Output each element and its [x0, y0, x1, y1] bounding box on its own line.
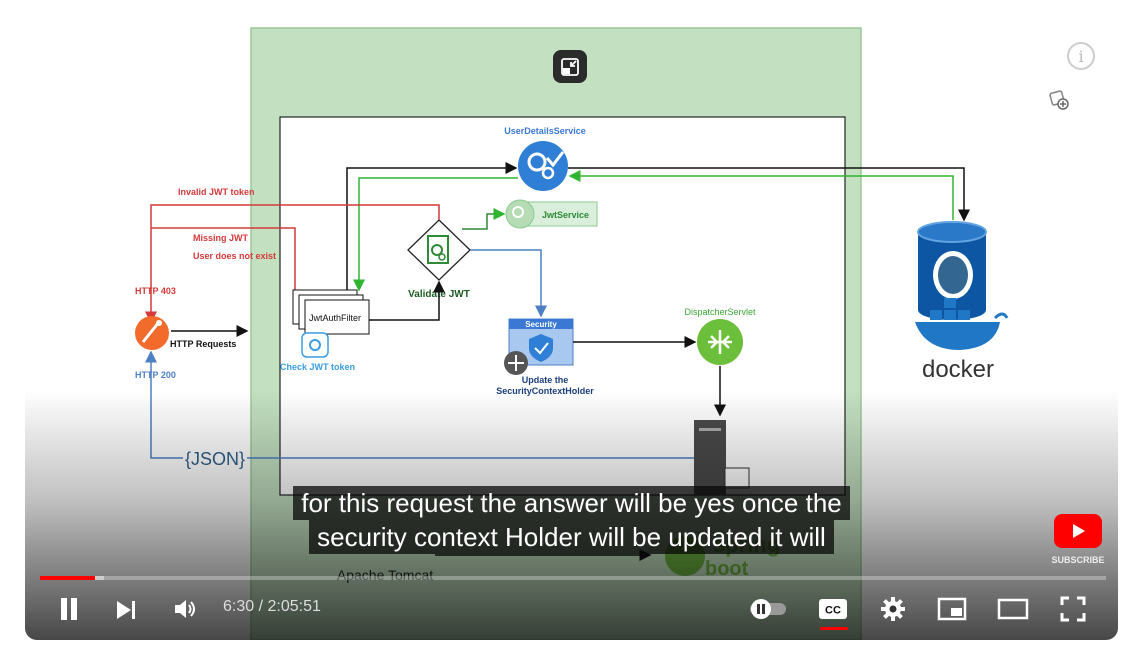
settings-button[interactable]	[877, 594, 909, 624]
pause-icon	[61, 598, 77, 620]
miniplayer-icon	[937, 597, 967, 621]
caption-line-1: for this request the answer will be yes …	[293, 486, 850, 520]
invalid-jwt-label: Invalid JWT token	[178, 187, 255, 197]
next-button[interactable]	[111, 596, 141, 624]
subscribe-label: SUBSCRIBE	[1051, 555, 1105, 565]
volume-icon	[175, 600, 195, 618]
check-jwt-token-label: Check JWT token	[280, 362, 355, 372]
caption-line-2: security context Holder will be updated …	[309, 520, 834, 554]
http-403-label: HTTP 403	[135, 286, 176, 296]
video-player[interactable]: UserDetailsService JwtService Validate J…	[25, 0, 1118, 640]
theater-mode-button[interactable]	[995, 594, 1031, 624]
captions-active-indicator	[820, 627, 848, 630]
security-label: Security	[525, 320, 557, 329]
svg-text:CC: CC	[825, 605, 841, 617]
volume-button[interactable]	[169, 594, 201, 624]
next-icon	[117, 601, 135, 619]
fullscreen-button[interactable]	[1057, 594, 1089, 624]
docker-label: docker	[922, 356, 994, 383]
user-details-service-label: UserDetailsService	[504, 126, 586, 136]
captions-window: for this request the answer will be yes …	[25, 486, 1118, 554]
miniplayer-button[interactable]	[935, 594, 969, 624]
update-holder-label-1: Update the	[522, 375, 569, 385]
add-to-queue-icon	[1049, 90, 1069, 110]
settings-icon	[881, 597, 905, 621]
postgres-docker-logo	[915, 221, 1009, 350]
http-requests-label: HTTP Requests	[170, 339, 236, 349]
update-holder-label-2: SecurityContextHolder	[496, 386, 594, 396]
jwt-auth-filter-label: JwtAuthFilter	[309, 313, 361, 323]
missing-jwt-label: Missing JWT	[193, 233, 249, 243]
subscribe-button[interactable]: SUBSCRIBE	[1050, 514, 1106, 565]
info-button[interactable]: i	[1067, 42, 1095, 70]
check-jwt-gear-icon	[301, 332, 329, 358]
subscribe-icon	[1054, 514, 1102, 548]
progress-played	[40, 576, 96, 580]
theater-icon	[997, 598, 1029, 620]
autoplay-toggle[interactable]	[745, 596, 791, 622]
exit-miniplayer-icon	[561, 57, 579, 76]
info-icon: i	[1078, 46, 1084, 66]
captions-button[interactable]: CC	[815, 594, 851, 624]
exit-miniplayer-button[interactable]	[553, 50, 587, 83]
captions-icon: CC	[819, 599, 847, 619]
dispatcher-servlet-icon	[697, 319, 743, 365]
move-handle-icon[interactable]	[504, 351, 528, 375]
add-to-queue-button[interactable]	[1047, 88, 1071, 112]
json-label: {JSON}	[185, 449, 245, 469]
autoplay-toggle-icon	[750, 599, 786, 619]
pause-button[interactable]	[53, 594, 85, 624]
jwt-service-label: JwtService	[542, 210, 589, 220]
user-not-exist-label: User does not exist	[193, 251, 276, 261]
apache-tomcat-label: Apache Tomcat	[337, 567, 433, 583]
http-200-label: HTTP 200	[135, 370, 176, 380]
fullscreen-icon	[1060, 596, 1086, 622]
client-icon	[135, 316, 169, 350]
dispatcher-servlet-label: DispatcherServlet	[684, 307, 756, 317]
user-details-service-icon	[518, 141, 568, 191]
time-display: 6:30 / 2:05:51	[223, 598, 321, 615]
progress-bar[interactable]	[40, 576, 1106, 580]
jwt-auth-filter-box	[292, 289, 370, 335]
